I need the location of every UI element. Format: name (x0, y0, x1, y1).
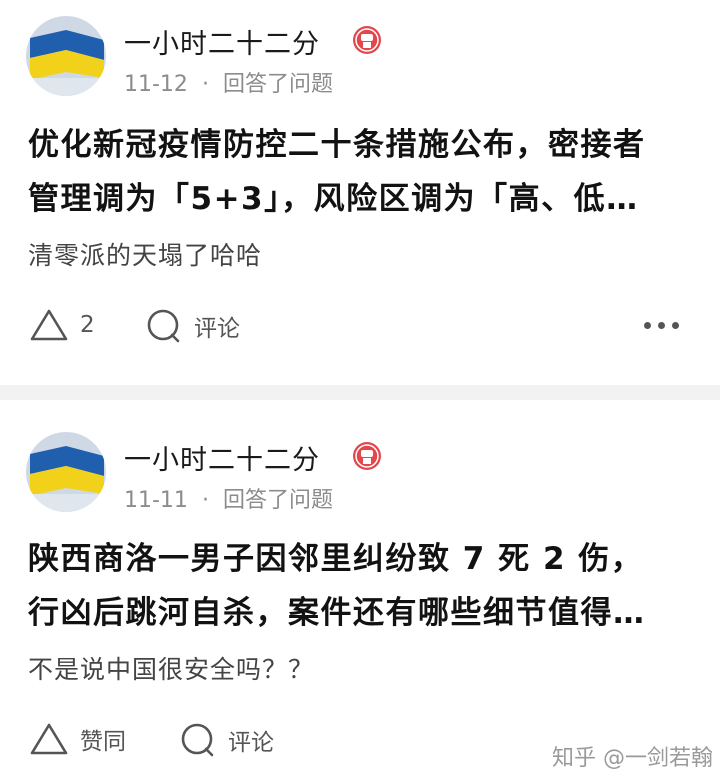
card-divider (0, 385, 720, 400)
comment-bubble-icon (147, 309, 180, 343)
post-meta: 11-11 · 回答了问题 (124, 482, 333, 514)
title-line: 优化新冠疫情防控二十条措施公布，密接者 (28, 127, 646, 163)
vote-label: 赞同 (80, 729, 126, 755)
more-options-button[interactable] (644, 322, 679, 329)
vote-count: 2 (80, 312, 95, 338)
meta-separator: · (201, 72, 209, 97)
title-line: 行凶后跳河自杀，案件还有哪些细节值得… (28, 595, 646, 631)
feed-card[interactable]: 一小时二十二分 11-12 · 回答了问题 优化新冠疫情防控二十条措施公布，密接… (0, 0, 720, 385)
question-title[interactable]: 陕西商洛一男子因邻里纠纷致 7 死 2 伤， 行凶后跳河自杀，案件还有哪些细节值… (28, 532, 698, 640)
meta-separator: · (201, 488, 209, 513)
post-meta: 11-12 · 回答了问题 (124, 66, 333, 98)
triangle-up-icon (30, 309, 68, 341)
post-action: 回答了问题 (222, 72, 333, 97)
author-name[interactable]: 一小时二十二分 (124, 438, 320, 477)
answer-excerpt[interactable]: 清零派的天塌了哈哈 (28, 236, 262, 272)
post-action: 回答了问题 (222, 488, 333, 513)
comment-bubble-icon (181, 723, 214, 757)
author-name[interactable]: 一小时二十二分 (124, 22, 320, 61)
title-line: 陕西商洛一男子因邻里纠纷致 7 死 2 伤， (28, 541, 644, 577)
avatar[interactable] (26, 432, 106, 512)
vote-button[interactable]: 赞同 (30, 722, 126, 756)
post-date: 11-12 (124, 72, 188, 97)
title-line: 管理调为「5+3」，风险区调为「高、低… (28, 181, 639, 217)
comment-label: 评论 (194, 316, 240, 342)
comment-label: 评论 (228, 730, 274, 756)
question-title[interactable]: 优化新冠疫情防控二十条措施公布，密接者 管理调为「5+3」，风险区调为「高、低… (28, 118, 698, 226)
vote-button[interactable]: 2 (30, 308, 95, 342)
badge-icon (352, 441, 382, 471)
comment-button[interactable]: 评论 (146, 308, 240, 344)
avatar[interactable] (26, 16, 106, 96)
comment-button[interactable]: 评论 (180, 722, 274, 758)
triangle-up-icon (30, 723, 68, 755)
badge-icon (352, 25, 382, 55)
ellipsis-icon (644, 322, 651, 329)
post-date: 11-11 (124, 488, 188, 513)
answer-excerpt[interactable]: 不是说中国很安全吗？？ (28, 650, 314, 686)
watermark: 知乎 @一剑若翰 (552, 746, 713, 771)
feed-card[interactable]: 一小时二十二分 11-11 · 回答了问题 陕西商洛一男子因邻里纠纷致 7 死 … (0, 400, 720, 784)
